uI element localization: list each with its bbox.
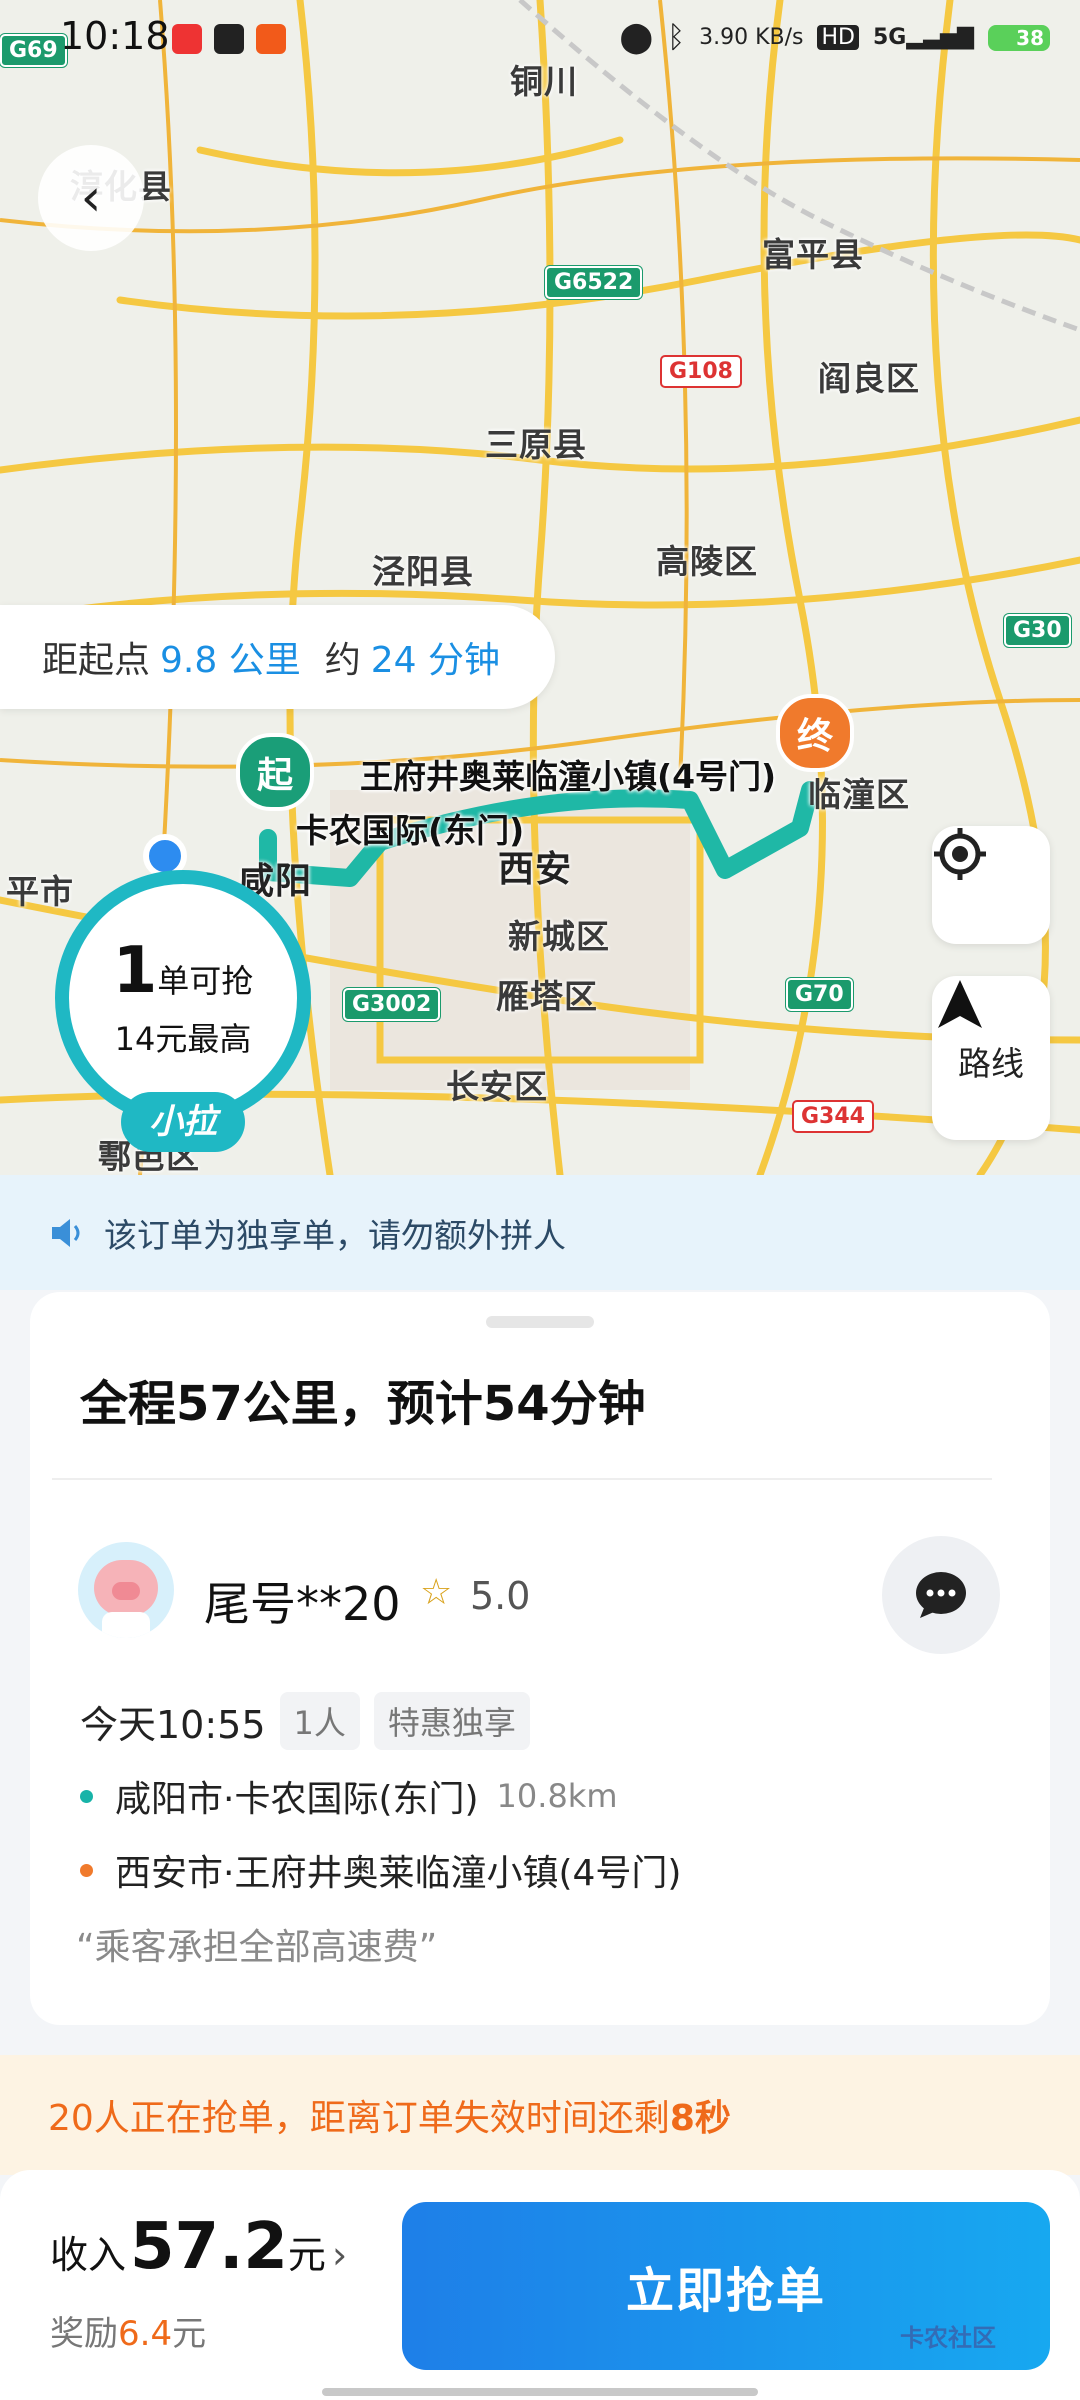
avatar [78, 1542, 174, 1638]
bonus-value: 6.4 [118, 2314, 173, 2354]
passenger-count-tag: 1人 [279, 1692, 360, 1750]
grab-order-label: 立即抢单 [625, 2263, 826, 2319]
order-time: 今天10:55 [80, 1702, 266, 1747]
dropoff-row: 西安市·王府井奥莱临潼小镇(4号门) [80, 1844, 681, 1896]
distance-prefix: 距起点 [42, 640, 151, 681]
status-time: 10:18 [60, 14, 170, 58]
trip-summary: 全程57公里，预计54分钟 [80, 1376, 646, 1432]
shop-app-icon [256, 24, 286, 54]
location-icon: ⬤ [619, 20, 654, 55]
distance-value: 9.8 公里 [160, 640, 301, 681]
map-view[interactable]: 淳化县 铜川 富平县 阎良区 三原县 泾阳县 高陵区 临潼区 咸阳 西安 新城区… [0, 0, 1080, 1175]
locate-icon [934, 828, 986, 880]
map-label: 三原县 [485, 425, 587, 464]
start-marker: 起 [236, 733, 314, 811]
map-label: 阎良区 [818, 359, 920, 398]
route-button-label: 路线 [958, 1044, 1024, 1083]
urgent-text: 20人正在抢单，距离订单失效时间还剩 [48, 2098, 670, 2139]
speaker-icon [52, 1218, 80, 1247]
bottom-action-bar: 收入 57.2 元 › 奖励6.4元 立即抢单 卡农社区 [0, 2170, 1080, 2400]
income-unit: 元 [287, 2233, 326, 2277]
drag-handle[interactable] [486, 1316, 594, 1328]
net-speed: 3.90 KB/s [699, 25, 804, 50]
badge-count-line: 1单可抢 [69, 934, 297, 1008]
end-place-label: 王府井奥莱临潼小镇(4号门) [360, 757, 777, 796]
map-label: 长安区 [446, 1067, 548, 1106]
status-right: ⬤ ᛒ 3.90 KB/s HD 5G▂▃▅▇ 38 [620, 20, 1050, 55]
chevron-left-icon: ‹ [80, 168, 102, 228]
exclusive-notice: 该订单为独享单，请勿额外拼人 [0, 1175, 1080, 1290]
status-bar: 10:18 ⬤ ᛒ 3.90 KB/s HD 5G▂▃▅▇ 38 [0, 0, 1080, 80]
badge-brand: 小拉 [121, 1092, 245, 1152]
income-value: 57.2 [130, 2210, 288, 2284]
income-label: 收入 [50, 2233, 127, 2277]
map-label: 雁塔区 [496, 977, 598, 1016]
bonus-label: 奖励 [50, 2314, 118, 2354]
income-row[interactable]: 收入 57.2 元 › [50, 2210, 347, 2284]
map-label: 富平县 [762, 235, 864, 274]
order-type-tag: 特惠独享 [373, 1692, 530, 1750]
map-label: 临潼区 [808, 775, 910, 814]
time-value: 24 分钟 [370, 640, 500, 681]
star-icon: ☆ [420, 1572, 453, 1613]
route-button[interactable]: 路线 [932, 976, 1050, 1140]
urgent-seconds: 8秒 [669, 2098, 731, 2139]
chevron-right-icon: › [331, 2233, 348, 2277]
map-label: 泾阳县 [372, 552, 474, 591]
video-app-icon [214, 24, 244, 54]
pickup-distance: 10.8km [496, 1777, 618, 1815]
map-label: 高陵区 [656, 542, 758, 581]
highway-shield: G108 [660, 355, 742, 388]
badge-count-suffix: 单可抢 [157, 962, 254, 1000]
chat-button[interactable] [882, 1536, 1000, 1654]
end-marker: 终 [776, 694, 854, 772]
5g-signal-icon: 5G▂▃▅▇ [872, 25, 974, 50]
distance-pill: 距起点 9.8 公里 约 24 分钟 [0, 605, 555, 709]
highway-shield: G344 [792, 1100, 874, 1133]
back-button[interactable]: ‹ [38, 145, 144, 251]
bonus-row: 奖励6.4元 [50, 2306, 206, 2355]
highway-shield: G3002 [343, 988, 441, 1021]
home-indicator[interactable] [322, 2388, 758, 2396]
order-time-row: 今天10:55 1人 特惠独享 [80, 1692, 530, 1750]
dropoff-address: 西安市·王府井奥莱临潼小镇(4号门) [115, 1853, 682, 1894]
dropoff-dot-icon [80, 1863, 93, 1877]
highway-shield: G30 [1004, 614, 1071, 647]
highway-shield: G70 [786, 978, 853, 1011]
passenger-rating: 5.0 [470, 1574, 531, 1618]
order-remark: “乘客承担全部高速费” [76, 1927, 438, 1968]
bonus-unit: 元 [172, 2314, 207, 2354]
pickup-address: 咸阳市·卡农国际(东门) [115, 1779, 479, 1820]
battery-icon: 38 [988, 24, 1050, 51]
badge-count: 1 [112, 934, 158, 1008]
app-notification-icon [172, 24, 202, 54]
start-place-label: 卡农国际(东门) [296, 811, 525, 850]
badge-max-price: 14元最高 [114, 1020, 252, 1058]
hd-icon: HD [817, 25, 859, 50]
map-label: 新城区 [508, 917, 610, 956]
notice-text: 该订单为独享单，请勿额外拼人 [104, 1215, 566, 1255]
highway-shield: G6522 [545, 266, 643, 299]
passenger-name: 尾号**20 [204, 1577, 401, 1631]
locate-button[interactable] [932, 826, 1050, 944]
pickup-row: 咸阳市·卡农国际(东门) 10.8km [80, 1770, 618, 1822]
urgent-banner: 20人正在抢单，距离订单失效时间还剩 8秒 [0, 2055, 1080, 2175]
navigation-arrow-icon [938, 980, 982, 1028]
order-card: 全程57公里，预计54分钟 尾号**20 ☆ 5.0 今天10:55 1人 特惠… [30, 1292, 1050, 2025]
chat-bubble-icon [916, 1572, 966, 1618]
grab-count-badge[interactable]: 1单可抢 14元最高 小拉 [55, 870, 311, 1152]
divider [52, 1478, 992, 1480]
pickup-dot-icon [80, 1789, 93, 1803]
watermark: 卡农社区 [900, 2324, 996, 2352]
map-label: 平市 [6, 872, 74, 911]
bluetooth-icon: ᛒ [667, 20, 686, 55]
time-prefix: 约 [324, 640, 361, 681]
